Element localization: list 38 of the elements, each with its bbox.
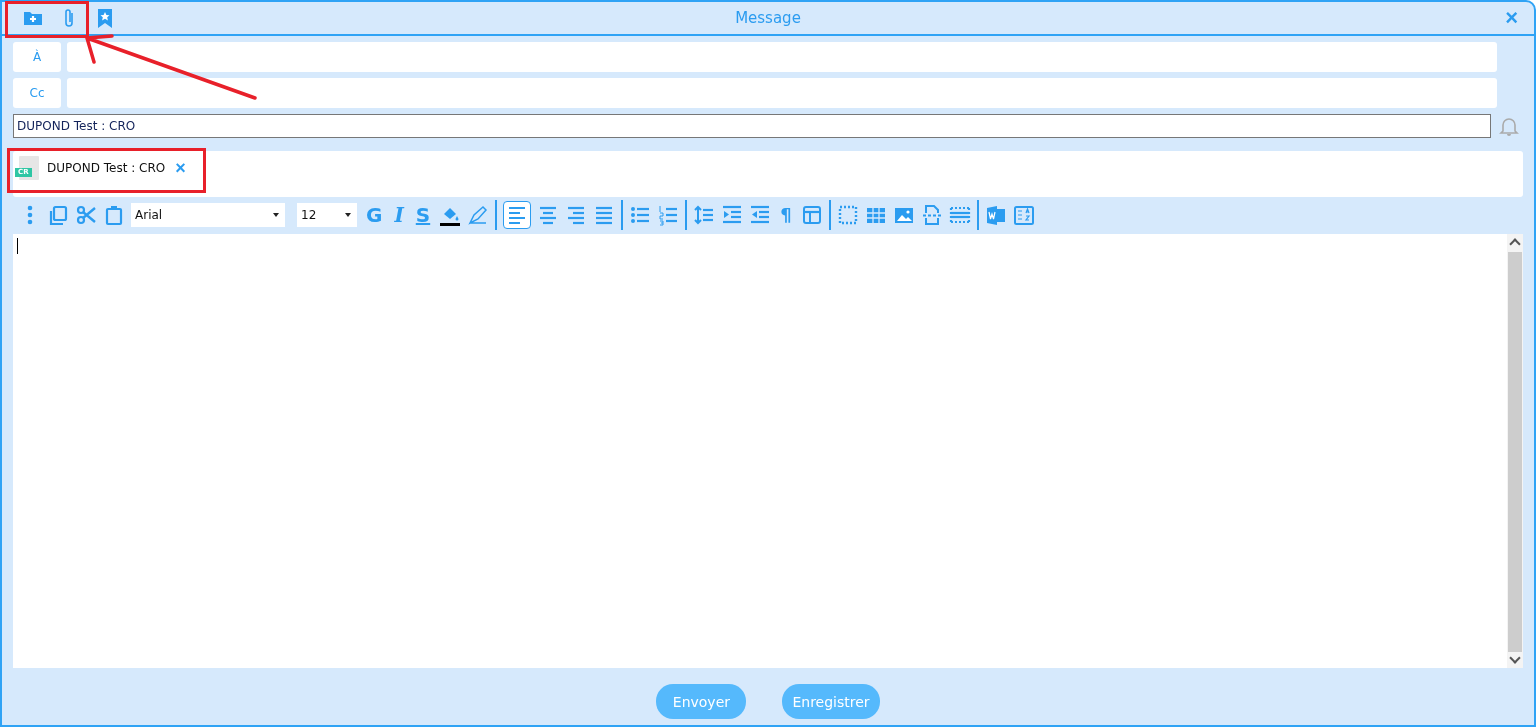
dotted-rows-icon[interactable] [948,204,971,226]
recipient-button[interactable]: Cc [13,78,61,108]
action-button[interactable]: Enregistrer [782,684,880,719]
word-document-icon[interactable] [984,204,1007,226]
outdent-icon[interactable] [749,204,772,226]
remove-button[interactable]: × [173,159,188,177]
scroll-thumb[interactable] [1508,252,1522,652]
caret-icon [345,213,351,217]
pilcrow-button[interactable]: ¶ [777,204,795,226]
scissors-icon[interactable] [75,204,97,226]
window-title: Message [735,9,801,27]
underline-button[interactable]: S [412,204,434,226]
dotted-frame-icon[interactable] [836,204,859,226]
bold-button[interactable]: G [363,204,386,226]
scrollbar[interactable] [1507,234,1523,668]
highlighter-icon[interactable] [467,204,490,226]
close-button[interactable]: × [1501,8,1522,28]
copy-icon[interactable] [47,204,69,226]
recipient-field[interactable] [67,42,1497,72]
font-size-dropdown[interactable]: 12 [297,203,357,227]
align-left-icon[interactable] [503,201,532,229]
caret-icon [273,213,279,217]
layout-icon[interactable] [800,204,823,226]
recipient-button[interactable]: À [13,42,61,72]
bell-icon[interactable] [1498,115,1520,137]
recipient-field[interactable] [67,78,1497,108]
numbered-list-icon[interactable] [657,204,680,226]
page-break-icon[interactable] [920,204,943,226]
italic-button[interactable]: I [391,204,407,226]
subject-field[interactable]: DUPOND Test : CRO [13,114,1491,138]
font-dropdown[interactable]: Arial [131,203,285,227]
indent-icon[interactable] [721,204,744,226]
bullet-list-icon[interactable] [629,204,652,226]
sort-az-icon[interactable] [1012,204,1035,226]
attachment-name[interactable]: DUPOND Test : CRO [47,161,166,175]
clipboard-icon[interactable] [103,204,125,226]
action-button[interactable]: Envoyer [656,684,747,719]
line-spacing-icon[interactable] [693,204,716,226]
